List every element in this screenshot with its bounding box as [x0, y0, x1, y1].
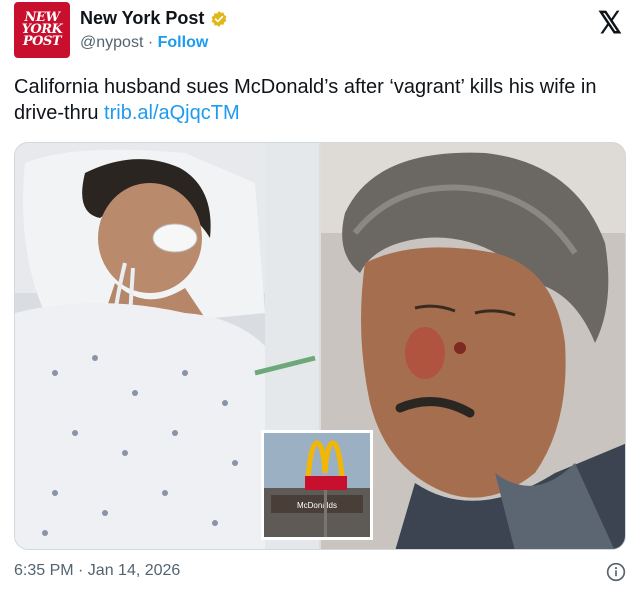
- nypost-avatar[interactable]: NEW YORK POST: [14, 2, 70, 58]
- inset-photo: McDonalds: [261, 430, 373, 540]
- tweet-timestamp[interactable]: 6:35 PM · Jan 14, 2026: [14, 562, 180, 580]
- account-name[interactable]: New York Post: [80, 8, 204, 29]
- name-row: New York Post: [80, 8, 228, 29]
- tweet-header: NEW YORK POST New York Post @nypost · Fo…: [14, 2, 626, 62]
- tweet-body: California husband sues McDonald’s after…: [14, 76, 597, 124]
- logo-line-3: POST: [22, 34, 62, 49]
- tweet-link[interactable]: trib.al/aQjqcTM: [104, 102, 240, 124]
- follow-button[interactable]: Follow: [158, 34, 209, 51]
- x-logo-icon[interactable]: 𝕏: [598, 6, 622, 41]
- info-icon[interactable]: [606, 562, 626, 582]
- handle-row: @nypost · Follow: [80, 34, 208, 52]
- tweet-media[interactable]: McDonalds: [14, 142, 626, 550]
- separator-dot: ·: [147, 34, 154, 51]
- inset-sign-text: McDonalds: [297, 501, 337, 510]
- tweet-text: California husband sues McDonald’s after…: [14, 74, 626, 126]
- account-handle[interactable]: @nypost: [80, 34, 143, 51]
- verified-badge-icon: [211, 10, 227, 27]
- media-photos: McDonalds: [15, 143, 625, 549]
